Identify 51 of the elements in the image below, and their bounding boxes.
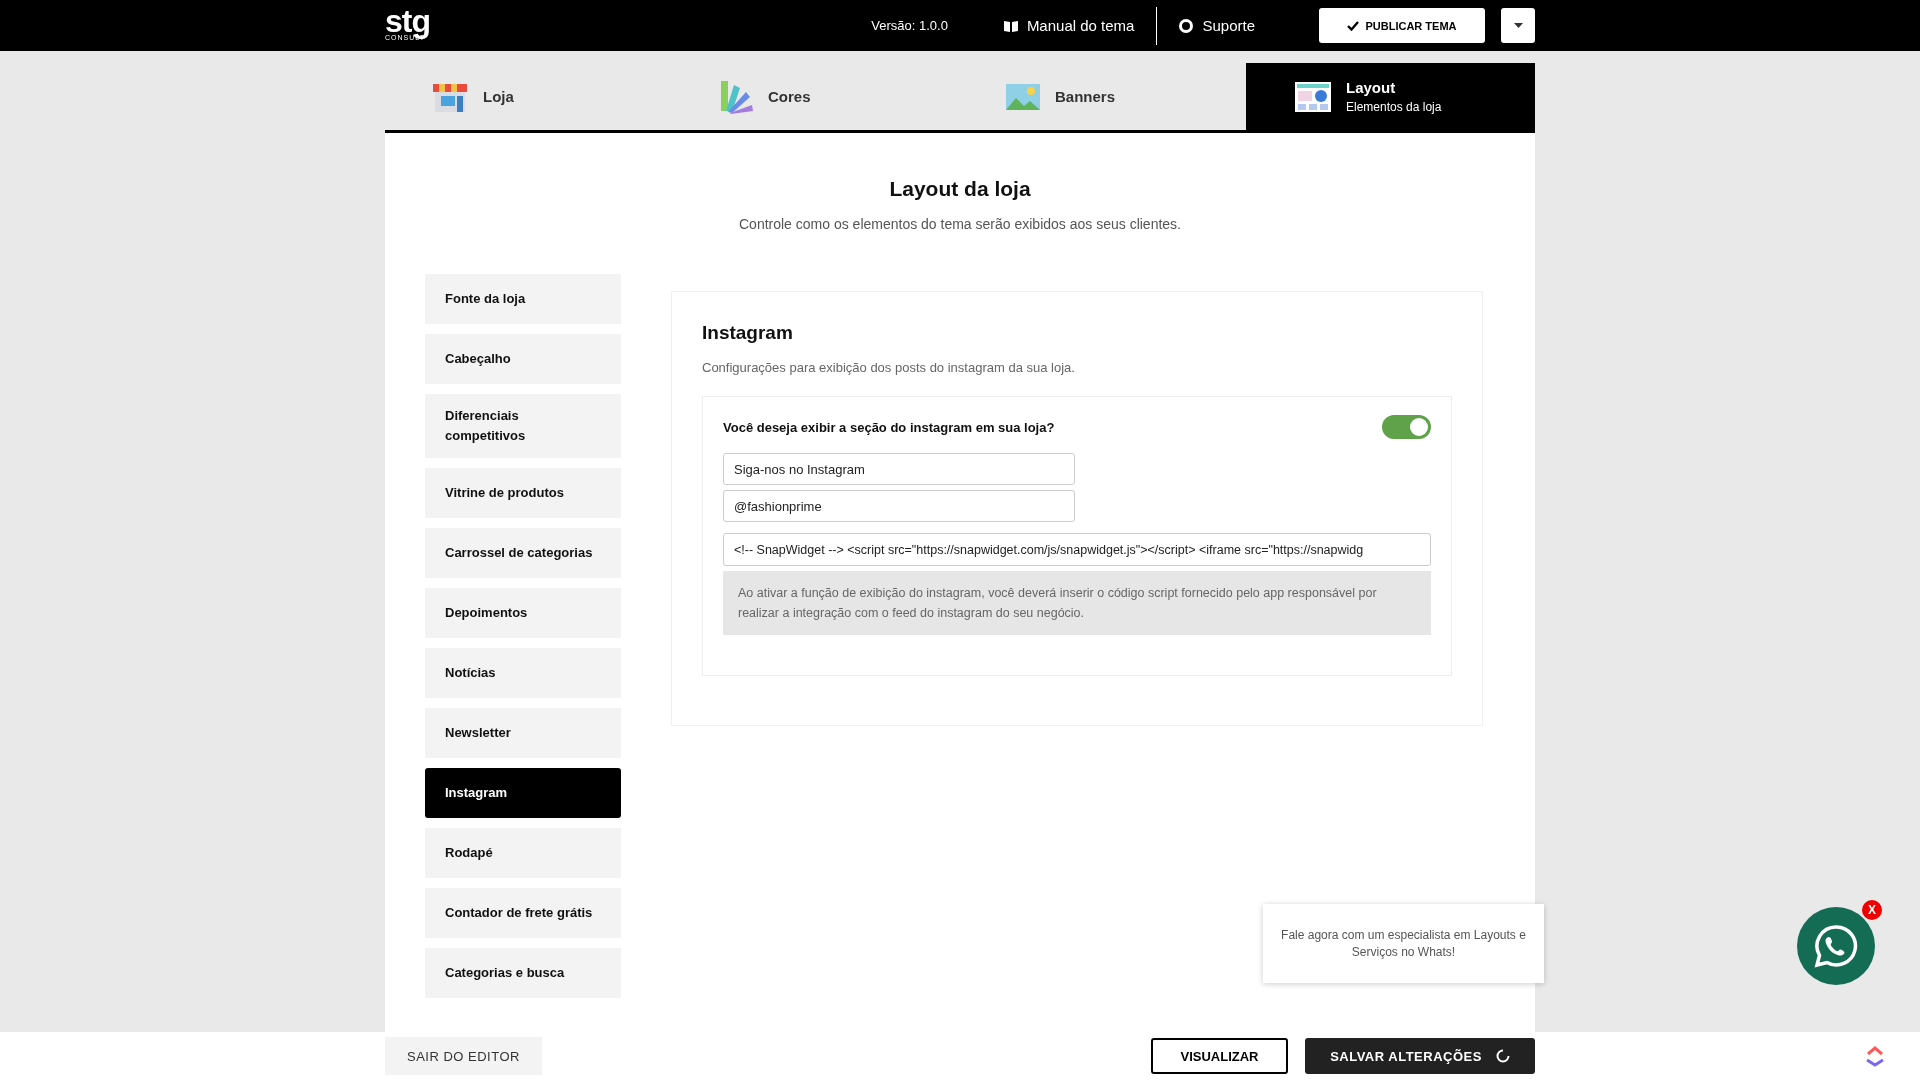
tab-title: Banners <box>1055 88 1116 105</box>
section-title: Instagram <box>702 322 794 344</box>
toggle-question: Você deseja exibir a seção do instagram em sua loja? <box>723 419 1055 435</box>
publish-button[interactable]: PUBLICAR TEMA <box>1319 8 1485 43</box>
toggle-switch[interactable] <box>1382 415 1431 439</box>
page-subtitle: Controle como os elementos do tema serão exibidos aos seus clientes. <box>738 216 1182 232</box>
input-field[interactable]: Siga-nos no Instagram <box>723 453 1075 485</box>
caret-icon <box>1513 23 1523 28</box>
input-field[interactable]: <!-- SnapWidget --> <script src="https://snapwidget.com/js/snapwidget.js"></script> <iframe src="https://snapwidg <box>723 533 1431 566</box>
sidebar-item[interactable]: Depoimentos <box>425 588 621 638</box>
preview-button[interactable]: VISUALIZAR <box>1151 1038 1288 1074</box>
support-link[interactable]: Suporte <box>1156 6 1277 45</box>
app-logo-icon[interactable] <box>1864 1044 1886 1068</box>
input-field[interactable]: @fashionprime <box>723 490 1075 522</box>
lifebuoy-icon <box>1179 18 1194 33</box>
tab[interactable]: Loja <box>385 63 672 130</box>
help-text: Ao ativar a função de exibição do instagram, você deverá inserir o código script fornecido pelo app responsável por realizar a integração com o feed do instagram do seu negócio. <box>723 571 1431 635</box>
tab[interactable]: Cores <box>672 63 959 130</box>
tab-title: Cores <box>768 88 811 105</box>
sidebar-item[interactable]: Fonte da loja <box>425 274 621 324</box>
spinner-icon <box>1495 1049 1510 1063</box>
section-description: Configurações para exibição dos posts do instagram da sua loja. <box>702 360 1076 375</box>
sidebar-item[interactable]: Notícias <box>425 648 621 698</box>
landscape-image-icon <box>1005 81 1041 112</box>
sidebar-item[interactable]: Diferenciais competitivos <box>425 394 621 458</box>
chat-phone-icon <box>1813 923 1859 969</box>
sidebar-item[interactable]: Rodapé <box>425 828 621 878</box>
tab-subtitle: Elementos da loja <box>1346 100 1442 114</box>
version-label: Versão: 1.0.0 <box>871 18 948 33</box>
exit-editor-button[interactable]: SAIR DO EDITOR <box>385 1037 542 1075</box>
layout-screen-icon <box>1294 80 1332 113</box>
sidebar-item[interactable]: Newsletter <box>425 708 621 758</box>
sidebar-item[interactable]: Vitrine de produtos <box>425 468 621 518</box>
sidebar-item[interactable]: Carrossel de categorias <box>425 528 621 578</box>
tab[interactable]: Layout Elementos da loja <box>1246 63 1535 130</box>
manual-link[interactable]: Manual do tema <box>981 6 1157 45</box>
sidebar-item[interactable]: Cabeçalho <box>425 334 621 384</box>
check-icon <box>1347 20 1360 31</box>
sidebar-item[interactable]: Contador de frete grátis <box>425 888 621 938</box>
sidebar-item[interactable]: Categorias e busca <box>425 948 621 998</box>
chat-message: Fale agora com um especialista em Layouts e Serviços no Whats! <box>1263 904 1544 983</box>
save-button[interactable]: SALVAR ALTERAÇÕES <box>1305 1038 1535 1074</box>
dropdown-button[interactable] <box>1501 8 1535 43</box>
tab-title: Layout <box>1346 79 1397 96</box>
color-swatches-icon <box>718 78 754 115</box>
tab-title: Loja <box>483 88 514 105</box>
tab[interactable]: Banners <box>959 63 1246 130</box>
sidebar-item[interactable]: Instagram <box>425 768 621 818</box>
page-title: Layout da loja <box>888 177 1032 201</box>
close-button[interactable]: X <box>1862 900 1882 920</box>
book-icon <box>1003 19 1018 32</box>
